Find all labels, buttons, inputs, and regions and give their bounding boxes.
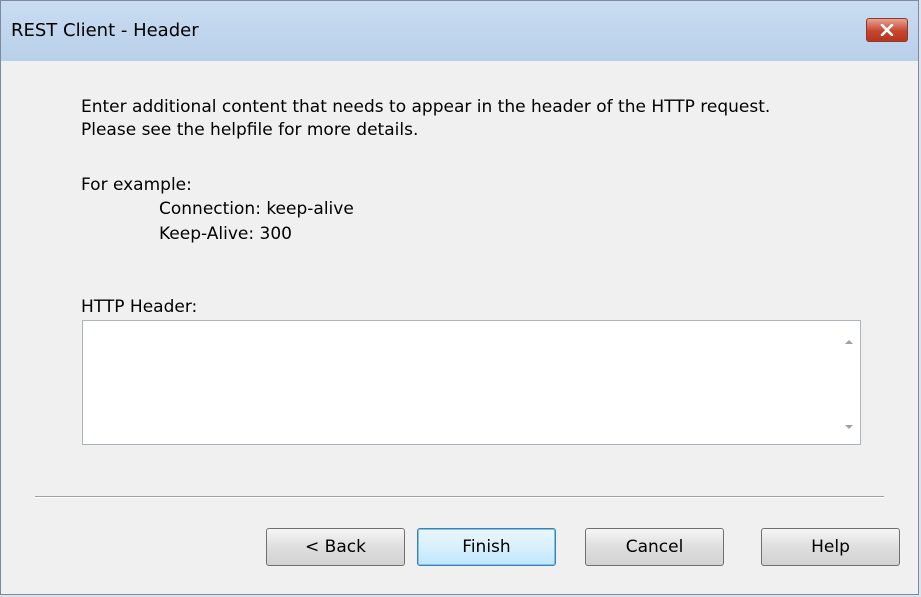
scroll-up-arrow-icon xyxy=(845,340,853,344)
dialog-window: REST Client - Header Enter additional co… xyxy=(0,0,919,595)
example-label: For example: xyxy=(81,175,192,195)
help-button[interactable]: Help xyxy=(761,528,900,566)
example-line-keep-alive: Keep-Alive: 300 xyxy=(159,224,292,244)
title-bar[interactable]: REST Client - Header xyxy=(1,1,918,61)
cancel-button[interactable]: Cancel xyxy=(585,528,724,566)
finish-button[interactable]: Finish xyxy=(417,528,556,566)
close-button[interactable] xyxy=(866,18,908,42)
back-button[interactable]: < Back xyxy=(266,528,405,566)
scroll-down-arrow-icon xyxy=(845,425,853,429)
scroll-up-button[interactable] xyxy=(839,332,859,352)
description-text: Enter additional content that needs to a… xyxy=(81,97,771,140)
close-icon xyxy=(880,24,894,36)
example-line-connection: Connection: keep-alive xyxy=(159,199,354,219)
textarea-scrollbar[interactable] xyxy=(839,322,859,443)
divider-line xyxy=(35,496,884,498)
http-header-textarea[interactable] xyxy=(82,320,861,445)
scroll-down-button[interactable] xyxy=(839,417,859,437)
dialog-body: Enter additional content that needs to a… xyxy=(9,62,910,586)
http-header-label: HTTP Header: xyxy=(81,297,198,317)
window-title: REST Client - Header xyxy=(11,20,199,41)
